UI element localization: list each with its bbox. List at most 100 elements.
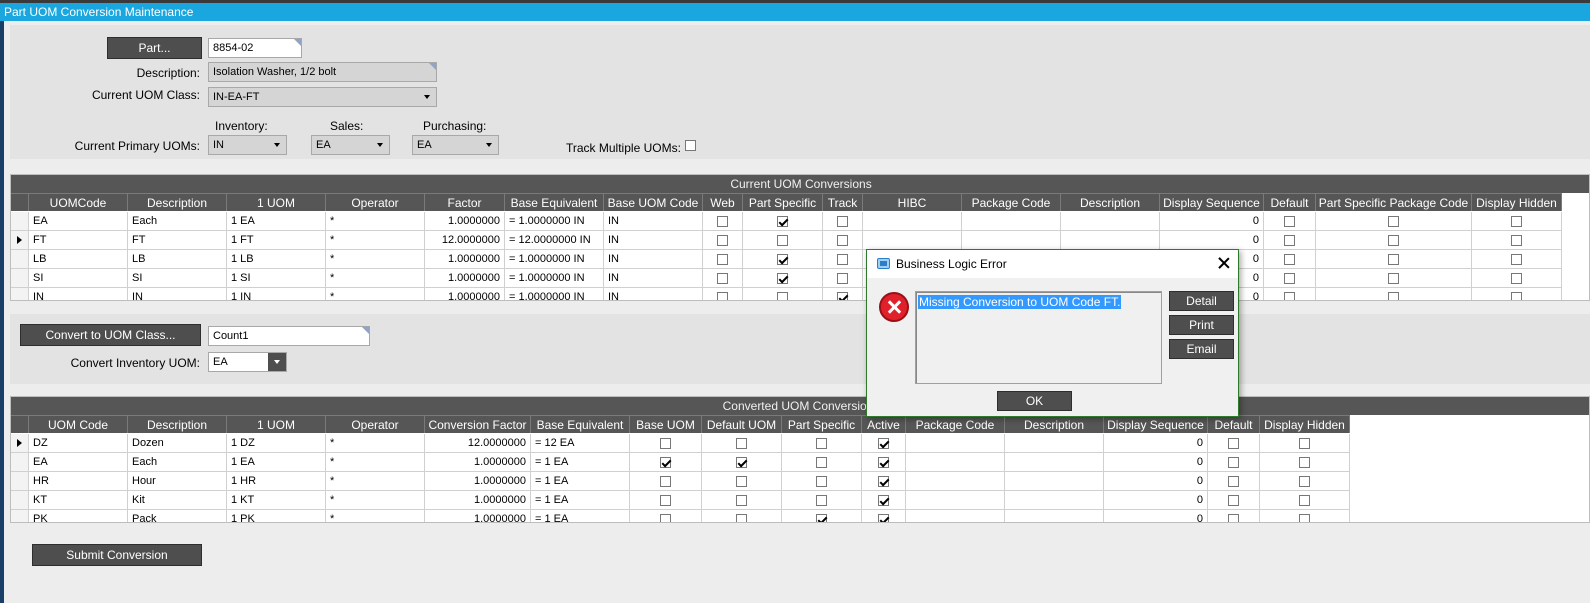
uom-class-dropdown[interactable]: IN-EA-FT bbox=[208, 87, 437, 107]
table-cell[interactable]: 1.0000000 bbox=[425, 212, 505, 231]
table-cell[interactable] bbox=[703, 288, 743, 300]
table-cell[interactable]: 1.0000000 bbox=[425, 269, 505, 288]
table-cell[interactable]: Hour bbox=[128, 472, 227, 491]
table-cell[interactable]: 12.0000000 bbox=[425, 231, 505, 250]
table-cell[interactable] bbox=[630, 472, 702, 491]
column-header[interactable]: Package Code bbox=[906, 415, 1005, 433]
table-cell[interactable]: = 1.0000000 IN bbox=[505, 250, 604, 269]
table-cell[interactable]: = 1.0000000 IN bbox=[505, 288, 604, 300]
table-cell[interactable]: 0 bbox=[1104, 453, 1208, 472]
track-multiple-checkbox[interactable] bbox=[685, 140, 696, 151]
table-cell[interactable]: 1 LB bbox=[227, 250, 326, 269]
table-cell[interactable]: LB bbox=[29, 250, 128, 269]
column-header[interactable]: Description bbox=[1061, 193, 1160, 211]
table-cell[interactable] bbox=[823, 269, 863, 288]
checkbox[interactable] bbox=[816, 476, 827, 487]
table-cell[interactable] bbox=[743, 288, 823, 300]
table-cell[interactable] bbox=[962, 231, 1061, 250]
table-cell[interactable] bbox=[862, 434, 906, 453]
table-cell[interactable] bbox=[1472, 269, 1562, 288]
table-cell[interactable]: * bbox=[326, 288, 425, 300]
table-cell[interactable] bbox=[1316, 231, 1472, 250]
checkbox[interactable] bbox=[1511, 235, 1522, 246]
table-cell[interactable]: 0 bbox=[1104, 491, 1208, 510]
table-cell[interactable] bbox=[906, 491, 1005, 510]
table-cell[interactable]: * bbox=[326, 453, 425, 472]
column-header[interactable]: Base UOM bbox=[630, 415, 702, 433]
table-cell[interactable]: 12.0000000 bbox=[425, 434, 531, 453]
table-cell[interactable] bbox=[782, 434, 862, 453]
table-cell[interactable] bbox=[1472, 231, 1562, 250]
column-header[interactable]: Base Equivalent bbox=[531, 415, 630, 433]
table-cell[interactable] bbox=[1061, 212, 1160, 231]
table-cell[interactable]: Dozen bbox=[128, 434, 227, 453]
table-cell[interactable]: SI bbox=[128, 269, 227, 288]
table-cell[interactable] bbox=[823, 250, 863, 269]
checkbox[interactable] bbox=[660, 457, 671, 468]
checkbox[interactable] bbox=[1284, 235, 1295, 246]
checkbox[interactable] bbox=[1284, 254, 1295, 265]
table-cell[interactable] bbox=[702, 491, 782, 510]
table-cell[interactable]: 0 bbox=[1160, 231, 1264, 250]
table-cell[interactable]: 1 EA bbox=[227, 453, 326, 472]
table-cell[interactable]: 1.0000000 bbox=[425, 491, 531, 510]
column-header[interactable]: Description bbox=[128, 193, 227, 211]
table-cell[interactable] bbox=[743, 231, 823, 250]
table-cell[interactable] bbox=[1005, 491, 1104, 510]
checkbox[interactable] bbox=[1228, 495, 1239, 506]
table-cell[interactable]: LB bbox=[128, 250, 227, 269]
column-header[interactable]: Default UOM bbox=[702, 415, 782, 433]
table-cell[interactable] bbox=[703, 250, 743, 269]
table-cell[interactable]: IN bbox=[604, 250, 703, 269]
column-header[interactable]: UOM Code bbox=[29, 415, 128, 433]
checkbox[interactable] bbox=[1511, 216, 1522, 227]
table-cell[interactable] bbox=[782, 510, 862, 522]
column-header[interactable]: HIBC bbox=[863, 193, 962, 211]
table-cell[interactable] bbox=[703, 212, 743, 231]
print-button[interactable]: Print bbox=[1169, 315, 1234, 335]
checkbox[interactable] bbox=[878, 476, 889, 487]
checkbox[interactable] bbox=[1388, 273, 1399, 284]
column-header[interactable]: 1 UOM bbox=[227, 415, 326, 433]
table-cell[interactable] bbox=[906, 453, 1005, 472]
checkbox[interactable] bbox=[1299, 495, 1310, 506]
table-cell[interactable]: = 12 EA bbox=[531, 434, 630, 453]
table-cell[interactable] bbox=[862, 510, 906, 522]
table-cell[interactable] bbox=[823, 231, 863, 250]
table-cell[interactable] bbox=[906, 472, 1005, 491]
table-cell[interactable]: FT bbox=[29, 231, 128, 250]
table-cell[interactable]: * bbox=[326, 510, 425, 522]
table-cell[interactable]: EA bbox=[29, 212, 128, 231]
table-cell[interactable]: 1 DZ bbox=[227, 434, 326, 453]
checkbox[interactable] bbox=[777, 273, 788, 284]
sales-uom-dropdown[interactable]: EA bbox=[311, 135, 390, 155]
checkbox[interactable] bbox=[1299, 438, 1310, 449]
checkbox[interactable] bbox=[1388, 216, 1399, 227]
column-header[interactable]: Track bbox=[823, 193, 863, 211]
table-cell[interactable]: = 1.0000000 IN bbox=[505, 212, 604, 231]
table-cell[interactable]: FT bbox=[128, 231, 227, 250]
table-cell[interactable] bbox=[1061, 231, 1160, 250]
table-cell[interactable] bbox=[1472, 212, 1562, 231]
table-cell[interactable] bbox=[1260, 434, 1350, 453]
checkbox[interactable] bbox=[837, 216, 848, 227]
row-selector[interactable] bbox=[11, 472, 29, 491]
checkbox[interactable] bbox=[660, 476, 671, 487]
checkbox[interactable] bbox=[1299, 476, 1310, 487]
table-cell[interactable]: IN bbox=[128, 288, 227, 300]
checkbox[interactable] bbox=[717, 216, 728, 227]
checkbox[interactable] bbox=[660, 495, 671, 506]
checkbox[interactable] bbox=[816, 495, 827, 506]
table-cell[interactable] bbox=[1316, 288, 1472, 300]
table-cell[interactable] bbox=[862, 453, 906, 472]
checkbox[interactable] bbox=[1284, 216, 1295, 227]
checkbox[interactable] bbox=[777, 235, 788, 246]
table-cell[interactable]: Kit bbox=[128, 491, 227, 510]
checkbox[interactable] bbox=[777, 216, 788, 227]
table-cell[interactable]: IN bbox=[604, 231, 703, 250]
close-icon[interactable] bbox=[1216, 255, 1232, 271]
table-cell[interactable] bbox=[1260, 510, 1350, 522]
checkbox[interactable] bbox=[736, 457, 747, 468]
table-cell[interactable]: 1 PK bbox=[227, 510, 326, 522]
row-selector[interactable] bbox=[11, 453, 29, 472]
